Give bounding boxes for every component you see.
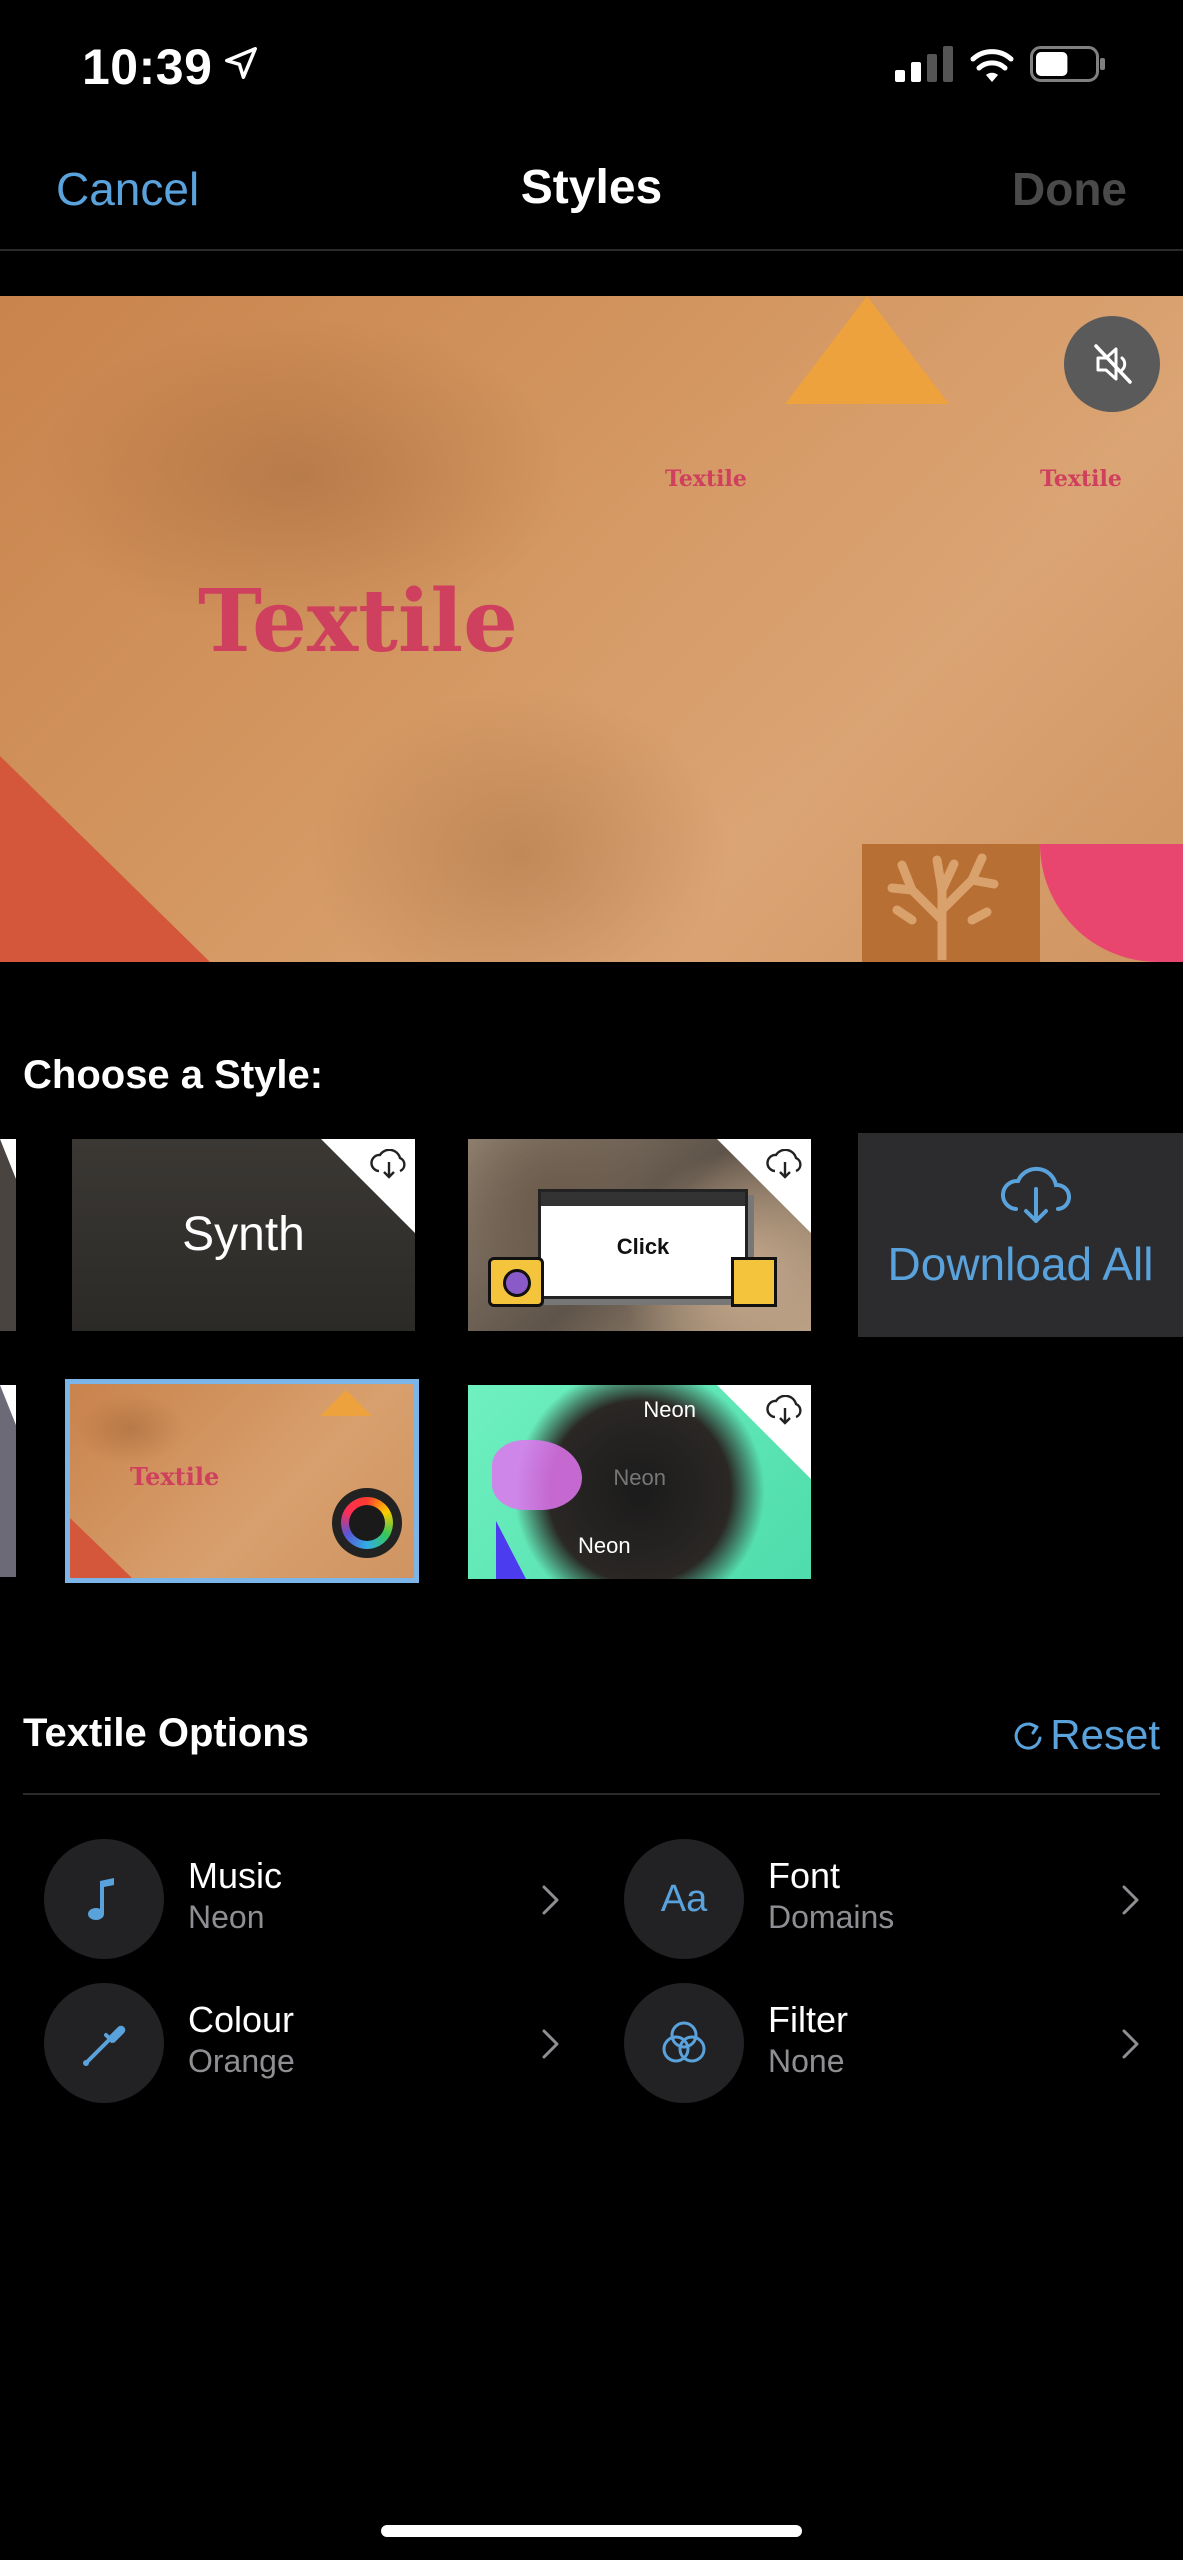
option-value: Neon	[188, 1899, 265, 1935]
style-tile-synth[interactable]: Synth	[72, 1139, 415, 1331]
style-tile-label: Synth	[182, 1208, 305, 1261]
cloud-download-icon	[766, 1395, 802, 1425]
status-time: 10:39	[82, 39, 213, 95]
style-tile-label: Textile	[130, 1462, 220, 1491]
page-title: Styles	[520, 161, 663, 214]
style-tile-textile-selected[interactable]: Textile	[65, 1379, 419, 1583]
style-tile-label: Click	[616, 1234, 670, 1259]
speaker-muted-icon	[1094, 344, 1132, 384]
music-note-icon	[88, 1878, 114, 1920]
option-label: Filter	[768, 1999, 848, 2040]
download-all-button[interactable]: Download All	[858, 1133, 1183, 1337]
style-tile-label: Neon	[578, 1533, 631, 1558]
option-label: Colour	[188, 1999, 295, 2040]
style-preview[interactable]: Textile Textile Textile	[0, 296, 1183, 962]
option-label: Music	[188, 1855, 283, 1896]
download-all-label: Download All	[887, 1238, 1154, 1290]
filter-circles-icon	[662, 2021, 706, 2063]
reset-label: Reset	[1050, 1711, 1160, 1758]
style-tile-label: Neon	[613, 1465, 666, 1490]
options-divider	[23, 1793, 1160, 1795]
reset-arrow-icon	[1015, 1722, 1042, 1750]
home-indicator[interactable]	[381, 2525, 802, 2537]
style-tile-label: Neon	[643, 1397, 696, 1422]
box-graphic	[731, 1257, 777, 1307]
reset-button[interactable]: Reset	[1010, 1711, 1160, 1759]
location-arrow-icon	[225, 47, 257, 79]
option-value: Domains	[768, 1899, 895, 1935]
neon-splatter-decoration	[492, 1440, 582, 1510]
camera-graphic	[488, 1257, 544, 1307]
font-aa-icon: Aa	[661, 1878, 708, 1920]
preview-triangle-decoration	[785, 296, 949, 404]
textile-triangle-decoration	[320, 1390, 372, 1416]
chevron-right-icon	[542, 1885, 559, 1915]
option-colour[interactable]: Colour Orange	[44, 1983, 564, 2105]
wifi-icon	[970, 49, 1014, 82]
battery-icon	[1030, 46, 1105, 82]
cloud-download-icon	[370, 1149, 406, 1179]
choose-style-label: Choose a Style:	[23, 1053, 324, 1097]
preview-pink-decoration	[1040, 844, 1183, 962]
cloud-download-icon	[1000, 1166, 1071, 1223]
style-tile-neon[interactable]: Neon Neon Neon	[468, 1385, 811, 1579]
color-wheel-icon[interactable]	[332, 1488, 402, 1558]
preview-coral-decoration	[862, 844, 1040, 962]
cloud-download-icon	[766, 1149, 802, 1179]
options-title: Textile Options	[23, 1711, 309, 1755]
svg-text:Aa: Aa	[661, 1878, 708, 1920]
cellular-signal-icon	[895, 46, 953, 82]
mute-button[interactable]	[1064, 316, 1160, 412]
preview-small-title: Textile	[665, 466, 747, 492]
textile-corner-decoration	[70, 1518, 132, 1578]
option-value: Orange	[188, 2043, 295, 2079]
nav-divider	[0, 249, 1183, 251]
preview-small-title: Textile	[1040, 466, 1122, 492]
option-value: None	[768, 2043, 845, 2079]
option-filter[interactable]: Filter None	[624, 1983, 1144, 2105]
option-label: Font	[768, 1855, 841, 1896]
style-tile-click[interactable]: Click	[468, 1139, 811, 1331]
chevron-right-icon	[542, 2029, 559, 2059]
style-tile-partial[interactable]	[0, 1139, 16, 1331]
option-music[interactable]: Music Neon	[44, 1839, 564, 1961]
preview-title: Textile	[198, 571, 518, 672]
neon-blue-decoration	[496, 1521, 526, 1579]
option-font[interactable]: Aa Font Domains	[624, 1839, 1144, 1961]
preview-corner-decoration	[0, 756, 210, 962]
chevron-right-icon	[1122, 1885, 1139, 1915]
style-tile-partial[interactable]	[0, 1385, 16, 1577]
eyedropper-icon	[83, 2025, 126, 2066]
done-button[interactable]: Done	[1012, 162, 1127, 216]
chevron-right-icon	[1122, 2029, 1139, 2059]
